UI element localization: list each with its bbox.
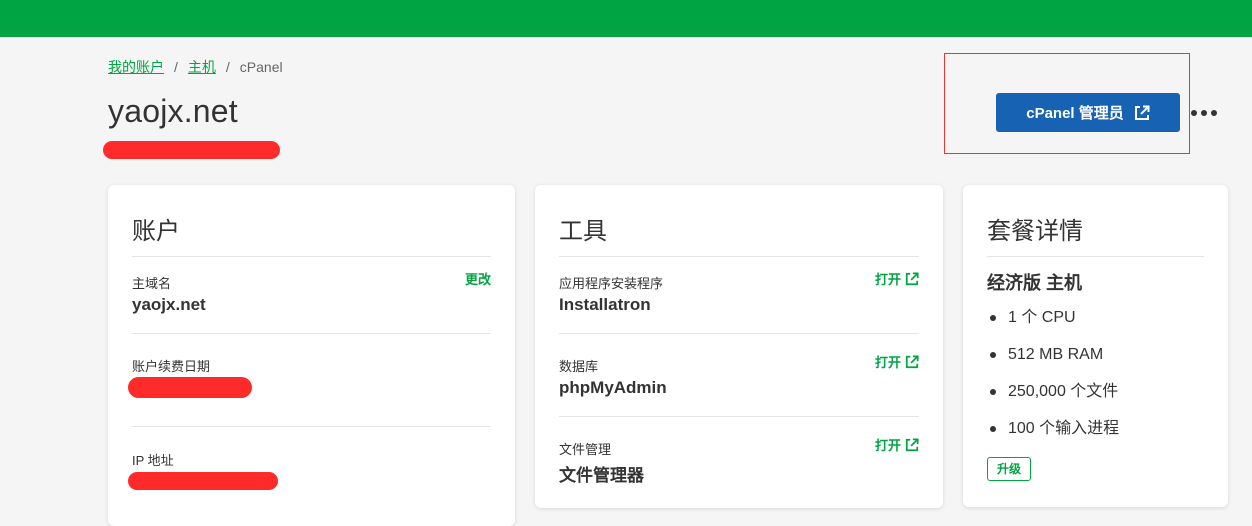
redaction-mark	[128, 472, 278, 490]
plan-feature: 100 个输入进程	[987, 416, 1119, 453]
redaction-mark	[128, 377, 252, 398]
divider	[132, 426, 491, 427]
installer-value: Installatron	[559, 295, 651, 314]
external-link-icon	[905, 271, 919, 285]
breadcrumb-link-hosting[interactable]: 主机	[188, 57, 216, 77]
file-management-value: 文件管理器	[559, 466, 644, 485]
external-link-icon	[1134, 105, 1150, 121]
cpanel-admin-label: cPanel 管理员	[1026, 105, 1124, 122]
plan-feature: 512 MB RAM	[987, 342, 1119, 379]
plan-card-title: 套餐详情	[987, 218, 1083, 245]
open-link-label: 打开	[874, 355, 901, 370]
external-link-icon	[905, 437, 919, 451]
top-bar	[0, 0, 1252, 37]
divider	[559, 333, 919, 334]
upgrade-button[interactable]: 升级	[987, 457, 1032, 481]
divider	[132, 256, 491, 257]
plan-feature: 250,000 个文件	[987, 379, 1119, 416]
cpanel-admin-button[interactable]: cPanel 管理员	[996, 93, 1180, 132]
open-file-manager-link[interactable]: 打开	[875, 435, 919, 454]
open-link-label: 打开	[874, 272, 901, 287]
more-dots-icon[interactable]	[1191, 104, 1217, 122]
account-card-title: 账户	[132, 218, 180, 245]
account-card: 账户 主域名 更改 yaojx.net 账户续费日期 IP 地址	[108, 185, 515, 526]
breadcrumb-separator: /	[225, 59, 230, 75]
plan-feature-list: 1 个 CPU 512 MB RAM 250,000 个文件 100 个输入进程	[987, 305, 1119, 453]
external-link-icon	[905, 354, 919, 368]
primary-domain-value: yaojx.net	[132, 295, 206, 314]
database-label: 数据库	[559, 359, 599, 374]
ip-address-label: IP 地址	[132, 453, 174, 468]
page-title: yaojx.net	[108, 93, 238, 129]
file-management-label: 文件管理	[559, 442, 612, 457]
plan-card: 套餐详情 经济版 主机 1 个 CPU 512 MB RAM 250,000 个…	[963, 185, 1228, 507]
breadcrumb-separator: /	[174, 59, 178, 75]
open-phpmyadmin-link[interactable]: 打开	[875, 352, 919, 371]
primary-domain-label: 主域名	[132, 276, 172, 291]
divider	[987, 256, 1204, 257]
open-link-label: 打开	[874, 438, 901, 453]
plan-feature: 1 个 CPU	[987, 305, 1119, 342]
tools-card: 工具 应用程序安装程序 打开 Installatron 数据库 打开 phpMy…	[535, 185, 943, 508]
open-installatron-link[interactable]: 打开	[875, 269, 919, 288]
divider	[559, 256, 919, 257]
plan-name: 经济版 主机	[987, 273, 1083, 293]
divider	[132, 333, 491, 334]
change-domain-link[interactable]: 更改	[465, 269, 491, 288]
redaction-mark	[103, 141, 280, 159]
divider	[559, 416, 919, 417]
tools-card-title: 工具	[559, 218, 607, 245]
breadcrumb-current: cPanel	[239, 59, 283, 75]
database-value: phpMyAdmin	[559, 378, 667, 397]
breadcrumb-link-my-account[interactable]: 我的账户	[108, 57, 164, 77]
renewal-date-label: 账户续费日期	[132, 359, 211, 374]
breadcrumb: 我的账户 / 主机 / cPanel	[108, 57, 283, 77]
installer-label: 应用程序安装程序	[559, 276, 664, 291]
